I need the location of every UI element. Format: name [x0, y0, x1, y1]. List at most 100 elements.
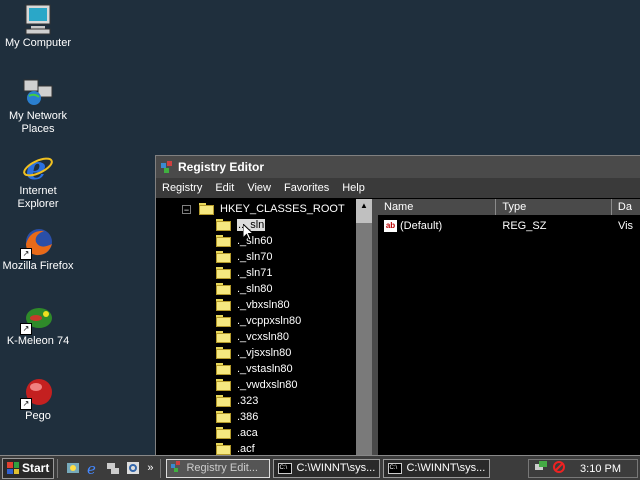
- list-row[interactable]: ab (Default) REG_SZ Vis: [378, 217, 640, 235]
- tree-item-label: ._vjsxsln80: [237, 347, 292, 359]
- folder-icon: [216, 267, 232, 279]
- tree-item-label: .323: [237, 395, 259, 407]
- taskbar-separator: [160, 458, 163, 478]
- registry-editor-window[interactable]: Registry Editor Registry Edit View Favor…: [155, 155, 640, 457]
- desktop-icon-network-places[interactable]: My Network Places: [0, 76, 76, 136]
- tree-item[interactable]: .._sln: [216, 217, 267, 233]
- tree-item[interactable]: ._vcxsln80: [216, 329, 289, 345]
- clock[interactable]: 3:10 PM: [580, 463, 621, 475]
- window-title: Registry Editor: [178, 160, 265, 174]
- shortcut-arrow-icon: ↗: [20, 398, 32, 410]
- windows-logo-icon: [7, 462, 19, 474]
- task-command-prompt-1[interactable]: C:\ C:\WINNT\sys...: [273, 458, 381, 478]
- menu-registry[interactable]: Registry: [162, 182, 202, 194]
- command-prompt-icon: C:\: [278, 462, 293, 474]
- value-data-cell: Vis: [617, 220, 634, 232]
- desktop-icon-label: Pego: [25, 410, 51, 422]
- tree-root-label: HKEY_CLASSES_ROOT: [220, 203, 345, 215]
- desktop-icon-firefox[interactable]: ↗ Mozilla Firefox: [0, 226, 76, 273]
- tree-item[interactable]: ._vcppxsln80: [216, 313, 301, 329]
- task-command-prompt-2[interactable]: C:\ C:\WINNT\sys...: [383, 458, 491, 478]
- tree-item-label: ._sln80: [237, 283, 273, 295]
- column-header-data[interactable]: Da: [612, 199, 640, 215]
- folder-icon: [216, 251, 232, 263]
- folder-icon: [216, 395, 232, 407]
- menu-view[interactable]: View: [247, 182, 271, 194]
- tray-network-icon[interactable]: [535, 460, 549, 477]
- shortcut-arrow-icon: ↗: [20, 248, 32, 260]
- scroll-up-arrow-icon[interactable]: ▲: [356, 199, 372, 213]
- tree-item[interactable]: .323: [216, 393, 258, 409]
- tree-item-label: ._vbxsln80: [237, 299, 290, 311]
- collapse-icon[interactable]: −: [182, 204, 191, 214]
- value-name-cell: ab (Default): [378, 219, 496, 233]
- regedit-icon: [160, 160, 174, 174]
- tray-no-entry-icon[interactable]: [553, 461, 565, 476]
- desktop-icon-internet-explorer[interactable]: e Internet Explorer: [0, 149, 76, 211]
- menu-edit[interactable]: Edit: [215, 182, 234, 194]
- quicklaunch-ie-icon[interactable]: e: [85, 460, 101, 476]
- system-tray: 3:10 PM: [528, 459, 638, 478]
- column-header-type[interactable]: Type: [496, 199, 612, 215]
- my-computer-icon: [22, 3, 54, 35]
- tree-item-label: ._sln71: [237, 267, 273, 279]
- taskbar-separator: [57, 458, 60, 478]
- task-registry-editor[interactable]: Registry Edit...: [166, 458, 271, 478]
- pego-icon: ↗: [20, 376, 54, 410]
- tree-item[interactable]: ._vwdxsln80: [216, 377, 298, 393]
- folder-icon: [216, 299, 232, 311]
- folder-icon: [216, 363, 232, 375]
- desktop-icon-pego[interactable]: ↗ Pego: [0, 376, 76, 423]
- folder-icon: [216, 315, 232, 327]
- string-value-icon: ab: [384, 220, 397, 233]
- tree-item[interactable]: ._vbxsln80: [216, 297, 290, 313]
- list-header: Name Type Da: [378, 199, 640, 215]
- menu-favorites[interactable]: Favorites: [284, 182, 329, 194]
- tree-item[interactable]: ._sln70: [216, 249, 272, 265]
- task-label: Registry Edit...: [186, 462, 258, 474]
- internet-explorer-icon: e: [22, 149, 54, 187]
- scroll-thumb[interactable]: [356, 213, 372, 223]
- tree-item[interactable]: ._vstasln80: [216, 361, 293, 377]
- desktop-icon-label: K-Meleon 74: [6, 335, 70, 347]
- folder-open-icon: [199, 203, 215, 215]
- quicklaunch-desktop-icon[interactable]: [65, 460, 81, 476]
- quicklaunch-search-icon[interactable]: [125, 460, 141, 476]
- start-label: Start: [22, 461, 50, 475]
- task-label: C:\WINNT\sys...: [296, 462, 376, 474]
- tree-item-label: ._vwdxsln80: [237, 379, 298, 391]
- taskbar: Start e » Registry Edit... C:\ C:\WINNT\…: [0, 455, 640, 480]
- tree-scrollbar[interactable]: ▲: [356, 199, 372, 456]
- quicklaunch-network-icon[interactable]: [105, 460, 121, 476]
- folder-icon: [216, 427, 232, 439]
- value-type-cell: REG_SZ: [502, 220, 547, 232]
- regedit-task-icon: [171, 460, 183, 476]
- command-prompt-icon: C:\: [388, 462, 403, 474]
- tree-item-label: ._vcppxsln80: [237, 315, 302, 327]
- window-titlebar[interactable]: Registry Editor: [156, 156, 640, 178]
- tree-item-label: ._vcxsln80: [237, 331, 289, 343]
- tree-item[interactable]: .386: [216, 409, 258, 425]
- folder-icon: [216, 283, 232, 295]
- folder-icon: [216, 347, 232, 359]
- folder-icon: [216, 379, 232, 391]
- desktop-icon-k-meleon[interactable]: ↗ K-Meleon 74: [0, 301, 76, 348]
- folder-icon: [216, 411, 232, 423]
- values-list-pane[interactable]: Name Type Da ab (Default) REG_SZ Vis: [378, 199, 640, 456]
- svg-text:e: e: [26, 151, 46, 183]
- quicklaunch-overflow-icon[interactable]: »: [147, 462, 153, 474]
- start-button[interactable]: Start: [2, 457, 55, 479]
- key-tree-pane[interactable]: − HKEY_CLASSES_ROOT .._sln ._sln60 ._sln70…: [156, 199, 363, 456]
- desktop-icon-label: My Network Places: [8, 110, 68, 135]
- menu-help[interactable]: Help: [342, 182, 365, 194]
- tree-item[interactable]: ._sln80: [216, 281, 272, 297]
- value-name: (Default): [400, 219, 443, 232]
- tree-root-row[interactable]: − HKEY_CLASSES_ROOT: [182, 201, 345, 217]
- tree-item[interactable]: ._vjsxsln80: [216, 345, 291, 361]
- task-label: C:\WINNT\sys...: [406, 462, 486, 474]
- tree-item[interactable]: ._sln71: [216, 265, 272, 281]
- tree-item-label: ._vstasln80: [237, 363, 293, 375]
- column-header-name[interactable]: Name: [378, 199, 497, 215]
- desktop-icon-my-computer[interactable]: My Computer: [0, 3, 76, 50]
- tree-item[interactable]: .aca: [216, 425, 258, 441]
